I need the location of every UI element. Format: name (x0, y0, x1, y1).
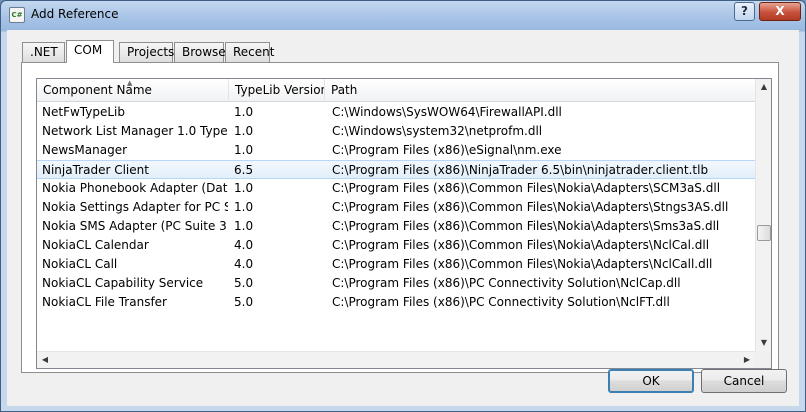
column-header-typelib-version[interactable]: TypeLib Version (229, 79, 325, 102)
component-name: NokiaCL Calendar (42, 238, 149, 252)
tab-recent[interactable]: Recent (225, 42, 274, 62)
typelib-version: 6.5 (234, 163, 254, 177)
typelib-version: 4.0 (234, 257, 254, 271)
component-name: NewsManager (42, 143, 128, 157)
typelib-version: 5.0 (234, 295, 254, 309)
typelib-version: 5.0 (234, 276, 254, 290)
component-path: C:\Windows\SysWOW64\FirewallAPI.dll (332, 105, 562, 119)
list-row[interactable]: NokiaCL File Transfer 5.0 C:\Program Files… (37, 293, 755, 312)
list-row-selected[interactable]: NinjaTrader Client 6.5 C:\Program Files (x… (37, 160, 755, 179)
component-path: C:\Program Files (x86)\Common Files\Noki… (332, 219, 720, 233)
component-path: C:\Program Files (x86)\PC Connectivity S… (332, 295, 670, 309)
vertical-scrollbar[interactable]: ▲ ▼ (755, 79, 771, 351)
add-reference-dialog: C# Add Reference ? X .NET COM Projects B… (0, 0, 806, 412)
component-path: C:\Program Files (x86)\Common Files\Noki… (332, 238, 710, 252)
component-list[interactable]: ▲ Component Name TypeLib Version Path Ne… (36, 78, 772, 369)
horizontal-scrollbar[interactable]: ◀ ▶ (37, 351, 755, 368)
component-path: C:\Windows\system32\netprofm.dll (332, 124, 543, 138)
component-name: Network List Manager 1.0 Type L... (42, 124, 228, 138)
component-path: C:\Program Files (x86)\PC Connectivity S… (332, 276, 681, 290)
column-header-component-name[interactable]: ▲ Component Name (37, 79, 229, 102)
list-row[interactable]: NokiaCL Calendar 4.0 C:\Program Files (x86… (37, 236, 755, 255)
typelib-version: 1.0 (234, 143, 254, 157)
typelib-version: 1.0 (234, 181, 254, 195)
scroll-left-icon[interactable]: ◀ (37, 352, 53, 368)
column-header-label: TypeLib Version (235, 83, 325, 97)
typelib-version: 1.0 (234, 124, 254, 138)
component-path: C:\Program Files (x86)\NinjaTrader 6.5\b… (332, 163, 709, 177)
com-tab-panel: ▲ Component Name TypeLib Version Path Ne… (21, 62, 779, 373)
list-row[interactable]: Nokia SMS Adapter (PC Suite 3.7) 1.0 C:\Pr… (37, 217, 755, 236)
window-title: Add Reference (31, 7, 119, 21)
tab-browse[interactable]: Browse (174, 42, 226, 62)
component-path: C:\Program Files (x86)\eSignal\nm.exe (332, 143, 562, 157)
tab-dotnet[interactable]: .NET (22, 42, 65, 62)
title-bar: C# Add Reference ? X (1, 1, 805, 29)
typelib-version: 4.0 (234, 238, 254, 252)
component-name: NetFwTypeLib (42, 105, 125, 119)
column-header-label: Component Name (43, 83, 152, 97)
close-button[interactable]: X (759, 2, 801, 21)
scroll-down-icon[interactable]: ▼ (756, 335, 771, 351)
component-name: Nokia SMS Adapter (PC Suite 3.7) (42, 219, 228, 233)
component-name: NokiaCL Call (42, 257, 118, 271)
component-path: C:\Program Files (x86)\Common Files\Noki… (332, 181, 721, 195)
typelib-version: 1.0 (234, 219, 254, 233)
list-row[interactable]: NewsManager 1.0 C:\Program Files (x86)\eSi… (37, 141, 755, 160)
component-path: C:\Program Files (x86)\Common Files\Noki… (332, 257, 713, 271)
list-header: ▲ Component Name TypeLib Version Path (37, 79, 755, 102)
list-row[interactable]: NokiaCL Call 4.0 C:\Program Files (x86)\Co… (37, 255, 755, 274)
cancel-button[interactable]: Cancel (701, 369, 787, 393)
list-rows: NetFwTypeLib 1.0 C:\Windows\SysWOW64\Firew… (37, 103, 755, 312)
ok-button[interactable]: OK (608, 369, 694, 393)
component-name: NinjaTrader Client (42, 163, 149, 177)
vertical-scroll-thumb[interactable] (757, 225, 771, 241)
list-row[interactable]: Network List Manager 1.0 Type L... 1.0 C:\… (37, 122, 755, 141)
tab-projects[interactable]: Projects (119, 42, 174, 62)
sort-ascending-icon: ▲ (127, 79, 133, 87)
component-path: C:\Program Files (x86)\Common Files\Noki… (332, 200, 729, 214)
list-row[interactable]: Nokia Phonebook Adapter (Data... 1.0 C:\Pr… (37, 179, 755, 198)
typelib-version: 1.0 (234, 200, 254, 214)
list-row[interactable]: Nokia Settings Adapter for PC Su... 1.0 C:… (37, 198, 755, 217)
scroll-up-icon[interactable]: ▲ (756, 79, 771, 95)
typelib-version: 1.0 (234, 105, 254, 119)
csharp-app-icon: C# (9, 7, 25, 23)
component-name: Nokia Settings Adapter for PC Su... (42, 200, 228, 214)
tab-com[interactable]: COM (66, 40, 114, 63)
scroll-right-icon[interactable]: ▶ (739, 352, 755, 368)
list-row[interactable]: NokiaCL Capability Service 5.0 C:\Program … (37, 274, 755, 293)
help-button[interactable]: ? (734, 2, 755, 21)
component-name: NokiaCL File Transfer (42, 295, 167, 309)
component-name: Nokia Phonebook Adapter (Data... (42, 181, 228, 195)
column-header-path[interactable]: Path (325, 79, 755, 102)
scrollbar-corner (755, 351, 771, 368)
list-row[interactable]: NetFwTypeLib 1.0 C:\Windows\SysWOW64\Firew… (37, 103, 755, 122)
dialog-body: .NET COM Projects Browse Recent ▲ Compon… (7, 30, 799, 406)
component-name: NokiaCL Capability Service (42, 276, 204, 290)
column-header-label: Path (331, 83, 358, 97)
